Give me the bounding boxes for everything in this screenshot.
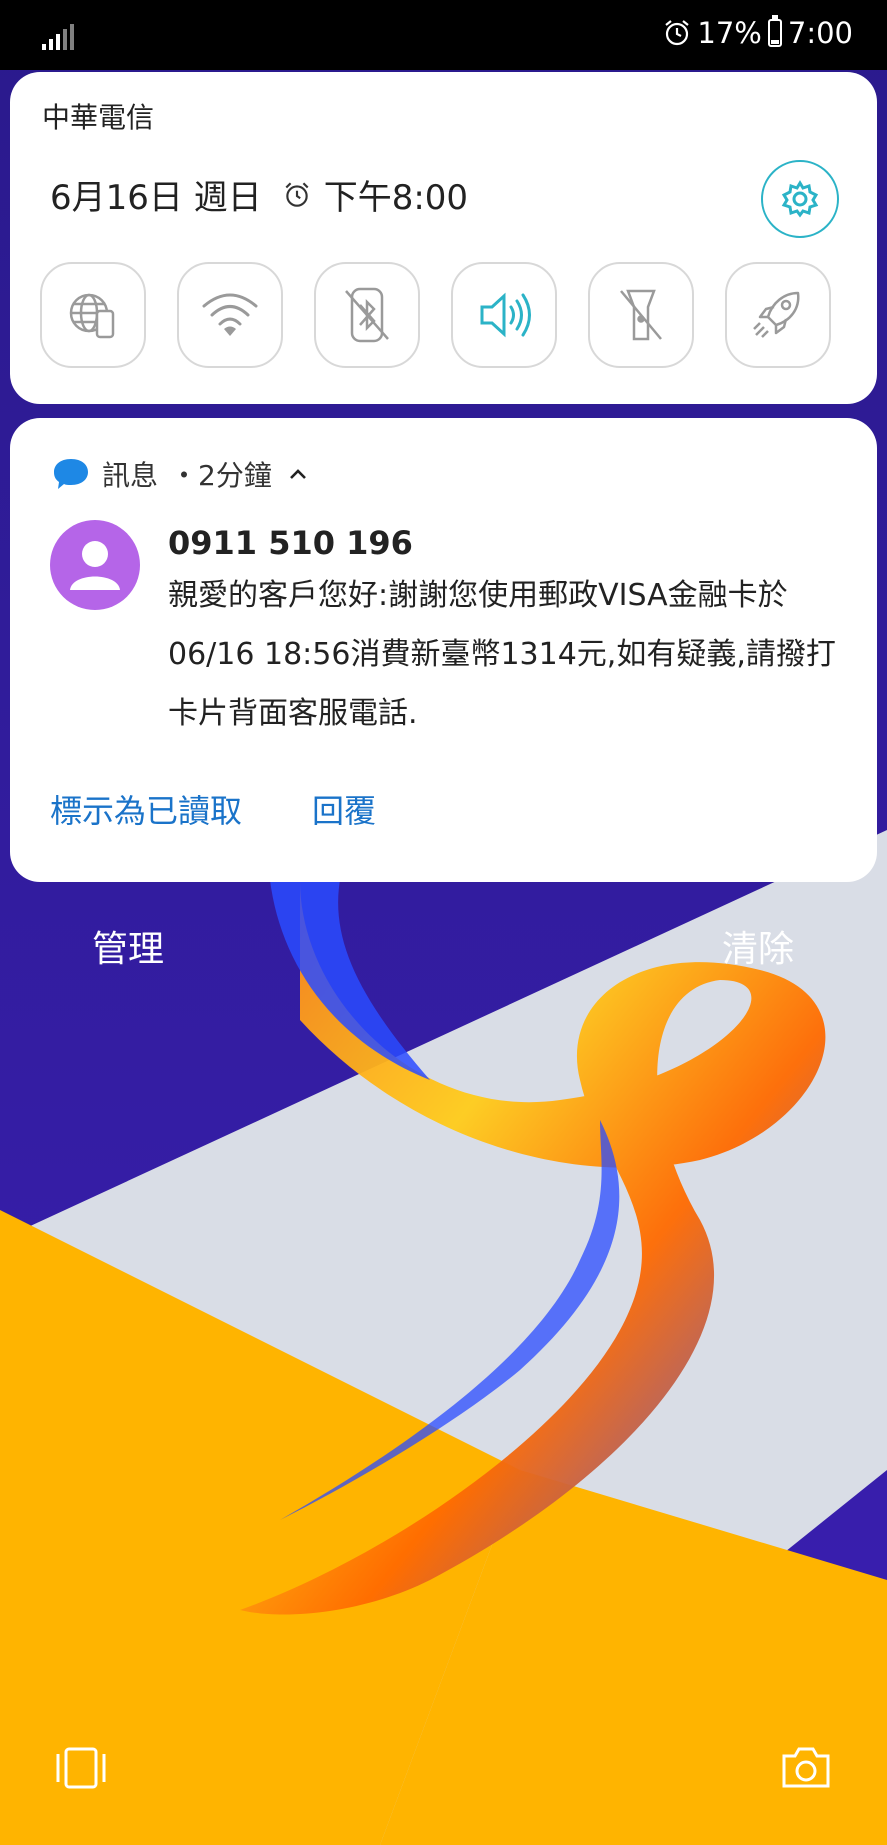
bluetooth-off-icon bbox=[345, 287, 389, 343]
avatar bbox=[50, 520, 140, 610]
battery-icon bbox=[767, 15, 782, 47]
date-row: 6月16日 週日 下午8:00 bbox=[50, 170, 468, 219]
signal-icon bbox=[42, 24, 78, 50]
tile-wifi[interactable] bbox=[177, 262, 283, 368]
notification-time: 2分鐘 bbox=[198, 459, 272, 492]
tile-bluetooth[interactable] bbox=[314, 262, 420, 368]
clear-notifications-button[interactable]: 清除 bbox=[722, 920, 794, 972]
person-icon bbox=[70, 541, 120, 590]
sound-on-icon bbox=[480, 292, 531, 338]
notification-actions: 標示為已讀取 回覆 bbox=[50, 786, 376, 832]
notification-header: 訊息 ・ 2分鐘 bbox=[52, 454, 308, 494]
status-bar: 17% 7:00 bbox=[0, 0, 887, 70]
manage-notifications-button[interactable]: 管理 bbox=[92, 920, 164, 972]
notification-app-name: 訊息 bbox=[102, 459, 159, 492]
reply-button[interactable]: 回覆 bbox=[312, 786, 376, 832]
tile-sound[interactable] bbox=[451, 262, 557, 368]
quick-settings-panel: 中華電信 6月16日 週日 下午8:00 bbox=[10, 72, 877, 404]
globe-phone-icon bbox=[69, 293, 115, 339]
message-app-icon bbox=[54, 459, 88, 489]
gear-icon bbox=[781, 180, 819, 218]
message-notification[interactable]: 訊息 ・ 2分鐘 0911 510 196 親愛的客戶您好:謝謝您使用郵政VIS… bbox=[10, 418, 877, 882]
alarm-icon bbox=[285, 181, 309, 207]
date-text: 6月16日 週日 bbox=[50, 178, 262, 218]
sender-number: 0911 510 196 bbox=[168, 524, 413, 562]
recents-icon[interactable] bbox=[54, 1746, 108, 1790]
battery-percent: 17% bbox=[697, 16, 762, 50]
rocket-icon bbox=[753, 291, 800, 338]
quick-tiles bbox=[40, 262, 831, 368]
next-alarm-time: 下午8:00 bbox=[323, 178, 469, 218]
notification-separator: ・ bbox=[170, 459, 199, 492]
carrier-name: 中華電信 bbox=[42, 101, 155, 134]
wifi-icon bbox=[202, 293, 258, 336]
settings-button[interactable] bbox=[761, 160, 839, 238]
chevron-up-icon[interactable] bbox=[288, 467, 308, 481]
flashlight-off-icon bbox=[620, 289, 662, 341]
tile-flashlight[interactable] bbox=[588, 262, 694, 368]
tile-mobile-data[interactable] bbox=[40, 262, 146, 368]
camera-icon[interactable] bbox=[780, 1744, 832, 1790]
clock: 7:00 bbox=[787, 16, 853, 50]
alarm-icon bbox=[665, 20, 690, 46]
message-body: 親愛的客戶您好:謝謝您使用郵政VISA金融卡於06/16 18:56消費新臺幣1… bbox=[168, 578, 836, 731]
mark-as-read-button[interactable]: 標示為已讀取 bbox=[50, 786, 242, 832]
tile-boost[interactable] bbox=[725, 262, 831, 368]
